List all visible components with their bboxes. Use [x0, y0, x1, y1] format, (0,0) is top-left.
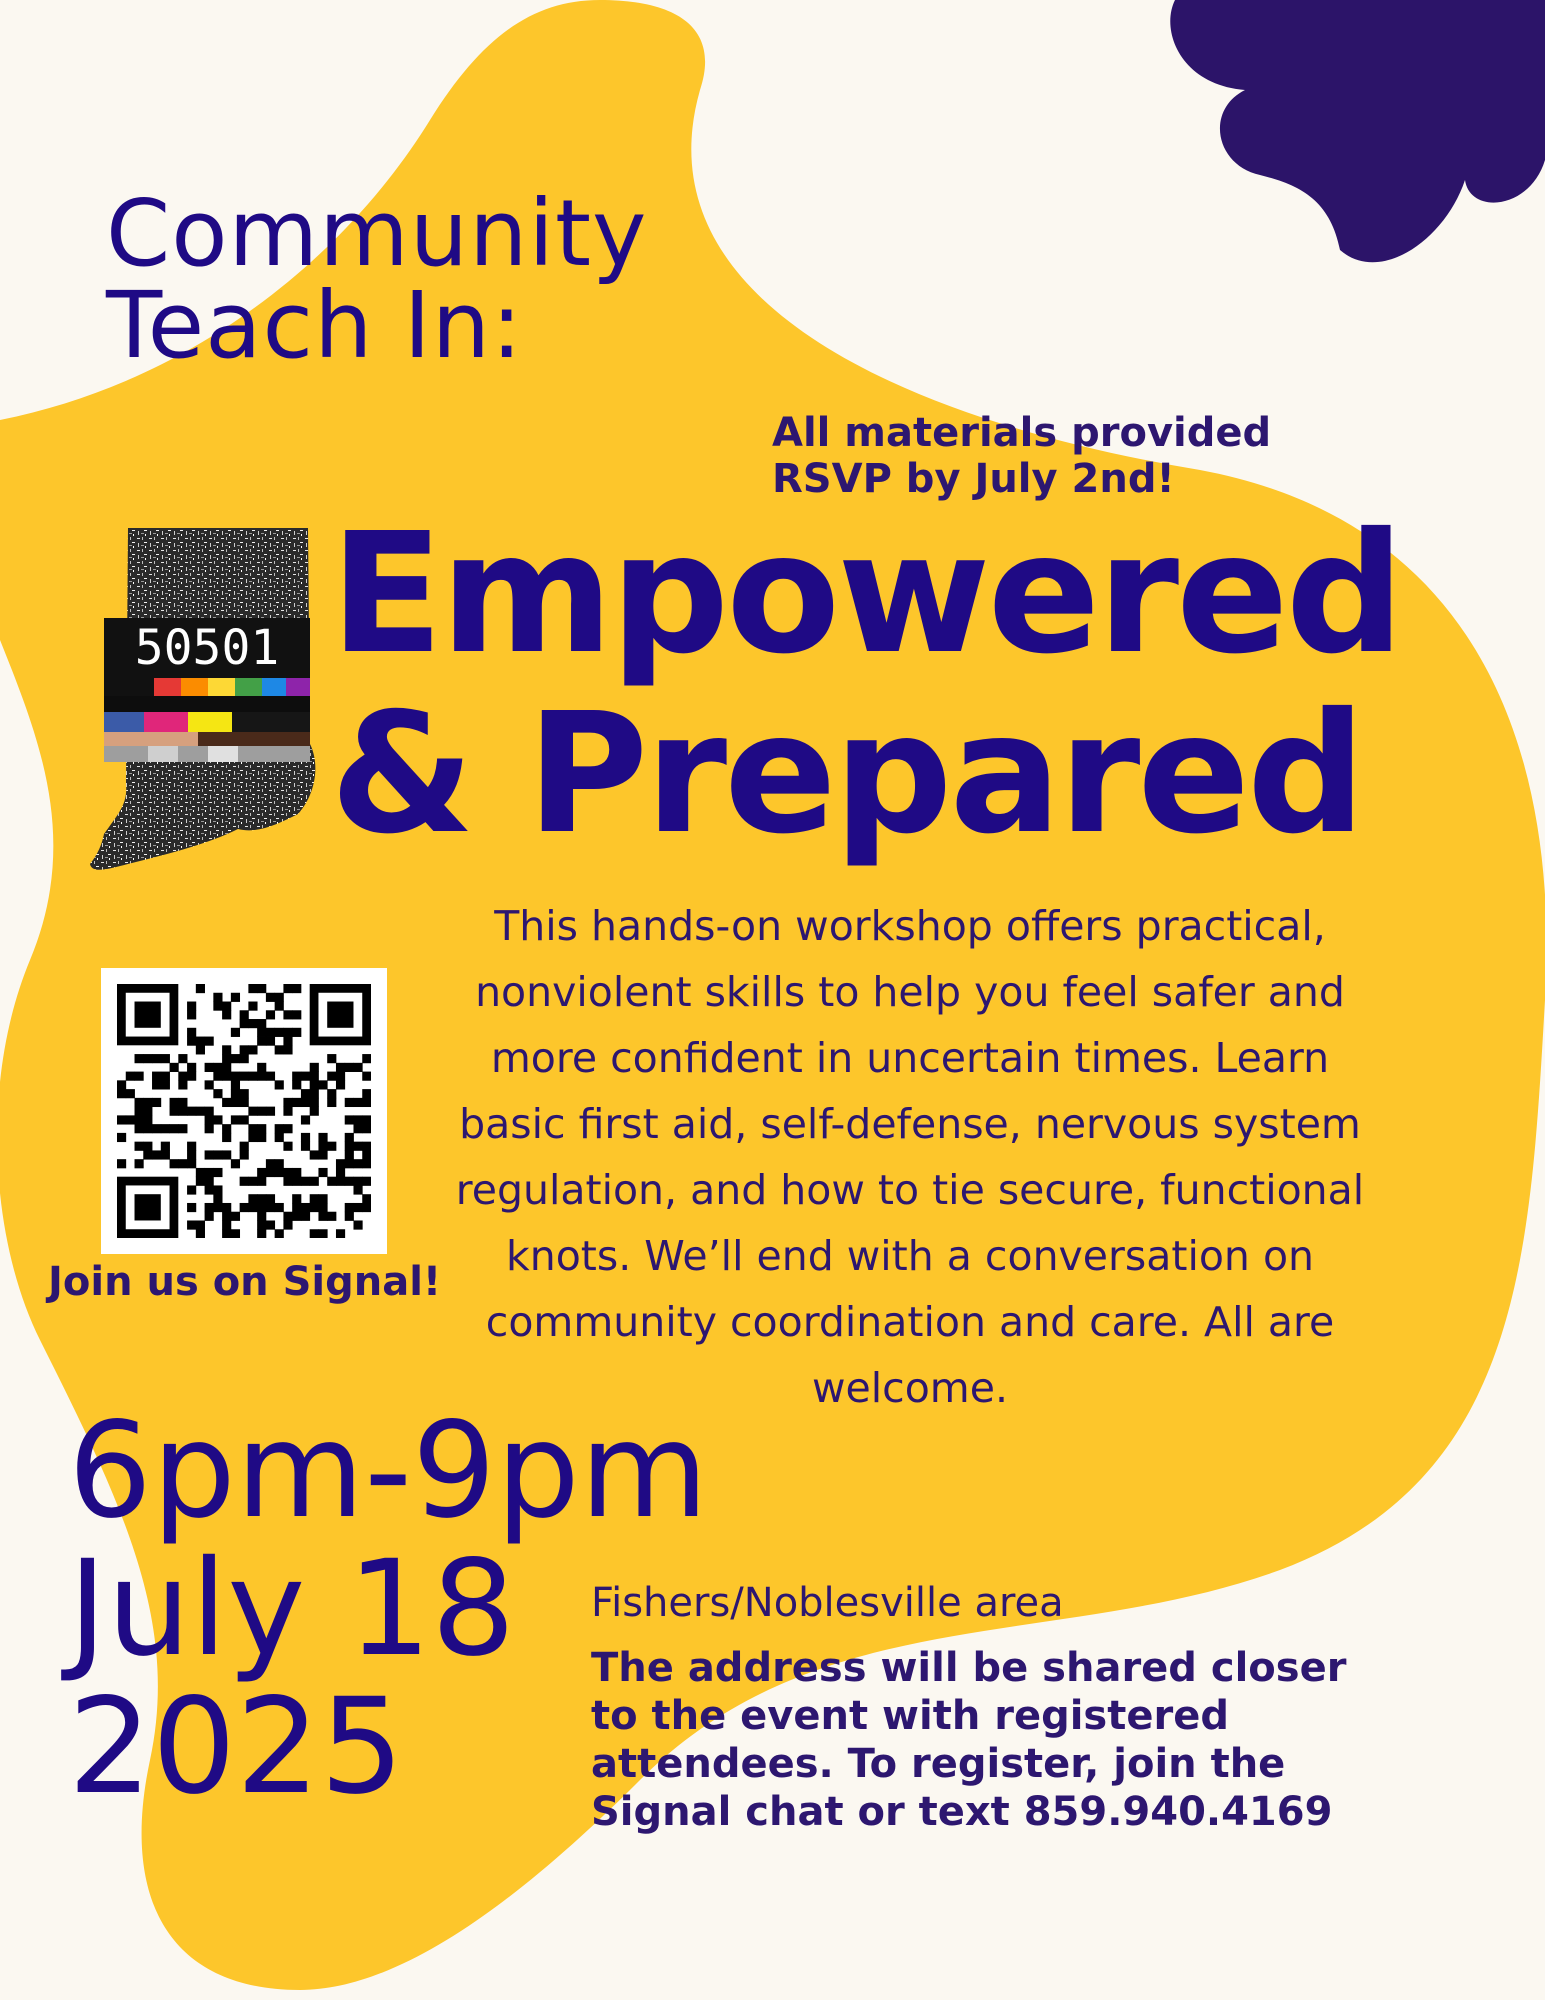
- title-line-2: & Prepared: [330, 678, 1366, 871]
- flower-shape-icon: [1170, 0, 1545, 263]
- qr-code-icon: [117, 984, 371, 1238]
- event-title: Empowered & Prepared: [330, 505, 1530, 865]
- materials-note: All materials provided RSVP by July 2nd!: [772, 410, 1332, 502]
- event-area: Fishers/Noblesville area: [591, 1580, 1064, 1626]
- badge-code-text: 50501: [135, 620, 280, 676]
- kicker-heading: Community Teach In:: [106, 188, 726, 372]
- kicker-line-2: Teach In:: [106, 272, 524, 379]
- rsvp-line: RSVP by July 2nd!: [772, 456, 1175, 502]
- indiana-50501-logo-icon: 50501: [90, 528, 316, 870]
- event-time: 6pm-9pm: [68, 1394, 709, 1548]
- signal-caption: Join us on Signal!: [48, 1259, 442, 1305]
- title-line-1: Empowered: [330, 498, 1404, 691]
- qr-code[interactable]: [101, 968, 387, 1254]
- kicker-line-1: Community: [106, 180, 648, 287]
- address-note: The address will be shared closer to the…: [591, 1645, 1347, 1835]
- event-description: This hands-on workshop offers practical,…: [455, 902, 1365, 1412]
- materials-line: All materials provided: [772, 410, 1272, 456]
- flyer-page: Community Teach In: All materials provid…: [0, 0, 1545, 2000]
